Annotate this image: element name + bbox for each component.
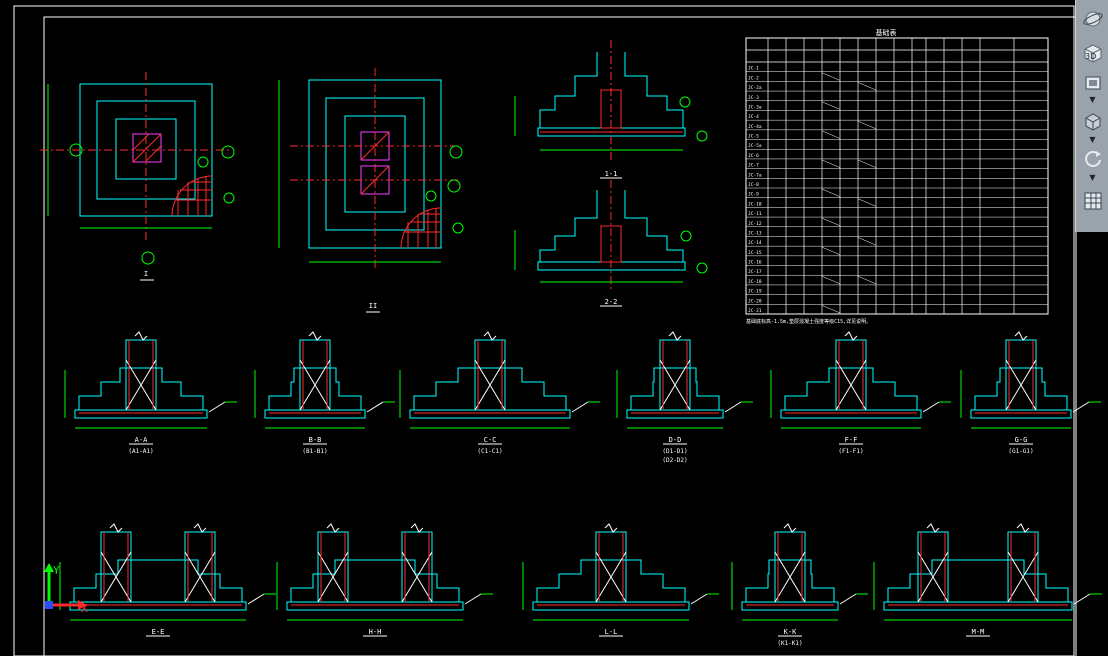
table-row-label: JC-18 xyxy=(748,279,762,285)
section-1-1-title: 1-1 xyxy=(605,170,618,178)
table-row-label: JC-5a xyxy=(748,143,762,149)
section-subtitle: (D1-D1) xyxy=(662,448,687,455)
section-title: F-F xyxy=(845,436,858,444)
table-row-label: JC-11 xyxy=(748,211,762,217)
section-title: D-D xyxy=(669,436,682,444)
table-row-label: JC-7 xyxy=(748,163,759,169)
section-subtitle: (F1-F1) xyxy=(838,448,863,455)
section-2-2-title: 2-2 xyxy=(605,298,618,306)
navigation-toolbar: 3D ▼ ▼ ▼ xyxy=(1075,0,1108,232)
section-G-G: G-G (G1-G1) xyxy=(960,331,1101,455)
section-subtitle: (C1-C1) xyxy=(477,448,502,455)
table-row-label: JC-3a xyxy=(748,104,762,110)
foundation-table: 基础表 JC-1JC-2JC-2aJC-3JC-3aJC-4JC-4aJC-5J… xyxy=(745,28,1049,325)
section-B-B: B-B (B1-B1) xyxy=(254,331,395,455)
section-row-1: A-A (A1-A1) B-B (B1-B1) C-C (C1-C1) D-D (D1-D1)… xyxy=(64,331,1101,464)
layout-grid-button[interactable] xyxy=(1080,188,1105,213)
table-row-label: JC-15 xyxy=(748,250,762,256)
chevron-down-icon[interactable]: ▼ xyxy=(1088,174,1097,182)
section-title: M-M xyxy=(972,628,985,636)
chevron-down-icon[interactable]: ▼ xyxy=(1088,136,1097,144)
visual-style-button[interactable] xyxy=(1080,70,1105,95)
section-L-L: L-L xyxy=(522,523,719,637)
chevron-down-icon[interactable]: ▼ xyxy=(1088,96,1097,104)
table-row-label: JC-9 xyxy=(748,192,759,198)
window-cube-icon xyxy=(1085,76,1100,89)
section-title: B-B xyxy=(309,436,322,444)
section-1-1: 1-1 xyxy=(514,40,708,179)
rotate-button[interactable] xyxy=(1080,146,1105,171)
table-row-label: JC-19 xyxy=(748,289,762,295)
rotate-icon xyxy=(1084,150,1101,167)
section-title: E-E xyxy=(152,628,165,636)
table-row-label: JC-1 xyxy=(748,66,759,72)
orbit-button[interactable] xyxy=(1080,6,1105,31)
table-row-label: JC-17 xyxy=(748,269,762,275)
section-H-H: H-H xyxy=(276,523,493,637)
plan-2-title: II xyxy=(369,302,377,310)
view-cube-label: 3D xyxy=(1085,52,1097,61)
ucs-icon: Y X xyxy=(44,563,88,615)
table-footnote: 基础底标高-1.5m,垫层混凝土强度等级C15,详见说明。 xyxy=(746,318,871,325)
shade-cube-button[interactable] xyxy=(1080,108,1105,133)
section-title: K-K xyxy=(784,628,797,636)
plan-1-title: I xyxy=(144,270,148,278)
section-C-C: C-C (C1-C1) xyxy=(399,331,600,455)
section-K-K: K-K (K1-K1) xyxy=(731,523,868,647)
table-row-label: JC-4a xyxy=(748,124,762,130)
plan-view-1: I xyxy=(40,72,235,281)
table-row-label: JC-3 xyxy=(748,95,759,101)
section-subtitle-2: (D2-D2) xyxy=(662,457,687,464)
table-row-labels: JC-1 JC-2 JC-2a JC-3 JC-3a JC-4 JC-4a JC-5 JC-5a… xyxy=(748,66,762,314)
ucs-x-label: X xyxy=(81,602,88,615)
table-row-label: JC-12 xyxy=(748,221,762,227)
table-row-label: JC-10 xyxy=(748,201,762,207)
table-row-label: JC-2 xyxy=(748,75,759,81)
table-row-label: JC-7a xyxy=(748,172,762,178)
table-row-label: JC-13 xyxy=(748,230,762,236)
ucs-y-label: Y xyxy=(53,564,60,577)
table-row-label: JC-21 xyxy=(748,308,762,314)
section-subtitle: (G1-G1) xyxy=(1008,448,1033,455)
outer-frame xyxy=(13,5,1075,656)
table-grid xyxy=(746,38,1048,315)
table-row-label: JC-2a xyxy=(748,85,762,91)
table-row-label: JC-8 xyxy=(748,182,759,188)
table-row-label: JC-4 xyxy=(748,114,759,120)
section-2-2: 2-2 xyxy=(514,180,708,307)
section-title: H-H xyxy=(369,628,382,636)
section-title: C-C xyxy=(484,436,497,444)
section-D-D: D-D (D1-D1) (D2-D2) xyxy=(616,331,753,464)
table-row-label: JC-5 xyxy=(748,134,759,140)
orbit-icon xyxy=(1082,11,1103,26)
grid-layout-icon xyxy=(1084,192,1101,209)
section-A-A: A-A (A1-A1) xyxy=(64,331,237,455)
table-row-label: JC-14 xyxy=(748,240,762,246)
section-row-2: E-E H-H L-L K-K (K1-K1) M-M xyxy=(59,523,1102,647)
section-subtitle: (K1-K1) xyxy=(777,640,802,647)
section-M-M: M-M xyxy=(873,523,1102,637)
section-title: L-L xyxy=(605,628,618,636)
plan-view-2: II xyxy=(278,68,464,313)
drawing-canvas[interactable]: I II 1-1 2-2 基础表 JC-1JC-2JC-2aJC-3JC-3aJ… xyxy=(0,0,1108,656)
section-subtitle: (A1-A1) xyxy=(128,448,153,455)
shaded-cube-icon xyxy=(1085,112,1100,131)
section-title: A-A xyxy=(135,436,148,444)
table-title: 基础表 xyxy=(876,28,897,37)
section-F-F: F-F (F1-F1) xyxy=(770,331,951,455)
section-title: G-G xyxy=(1015,436,1028,444)
section-subtitle: (B1-B1) xyxy=(302,448,327,455)
table-row-label: JC-6 xyxy=(748,153,759,159)
table-row-label: JC-20 xyxy=(748,298,762,304)
table-row-label: JC-16 xyxy=(748,260,762,266)
section-E-E: E-E xyxy=(59,523,276,637)
